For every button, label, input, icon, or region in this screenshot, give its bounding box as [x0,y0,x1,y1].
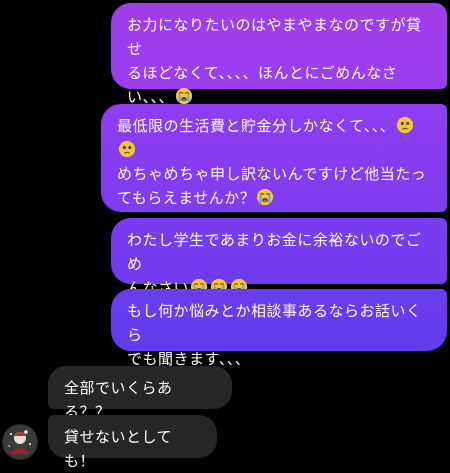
outgoing-message-bubble[interactable]: 最低限の生活費と貯金分しかなくて、、、 めちゃめちゃ申し訳ないんですけど他当たっ… [101,104,447,212]
message-line: もし何か悩みとか相談事あるならお話いくら [127,302,422,344]
avatar-icon [2,424,38,460]
message-text: 貸せないとしても！ [64,428,173,470]
incoming-message-bubble[interactable]: 全部でいくらある？？ [48,366,232,421]
message-line: めちゃめちゃ申し訳ないんですけど他当たっ [117,165,427,183]
message-line: 最低限の生活費と貯金分しかなくて、、、 [117,117,396,135]
message-line: お力になりたいのはやまやまなのですが貸せ [127,16,422,58]
message-line: てもらえませんか？ [117,189,256,207]
face-holding-back-tears-icon [118,140,136,158]
outgoing-message-bubble[interactable]: わたし学生であまりお金に余裕ないのでごめ んなさい [111,218,447,297]
face-holding-back-tears-icon [396,116,414,134]
outgoing-message-bubble[interactable]: もし何か悩みとか相談事あるならお話いくら でも聞きます、、、 [111,289,447,368]
message-line: るほどなくて、、、、ほんとにごめんなさ [127,64,398,82]
loudly-crying-face-icon [256,188,274,206]
loudly-crying-face-icon [175,87,193,105]
outgoing-message-bubble[interactable]: お力になりたいのはやまやまなのですが貸せ るほどなくて、、、、ほんとにごめんなさ… [111,3,447,106]
chat-thread: お力になりたいのはやまやまなのですが貸せ るほどなくて、、、、ほんとにごめんなさ… [0,0,450,470]
incoming-message-bubble[interactable]: 貸せないとしても！ [48,415,217,470]
message-line: わたし学生であまりお金に余裕ないのでごめ [127,231,422,273]
avatar[interactable] [2,424,38,460]
